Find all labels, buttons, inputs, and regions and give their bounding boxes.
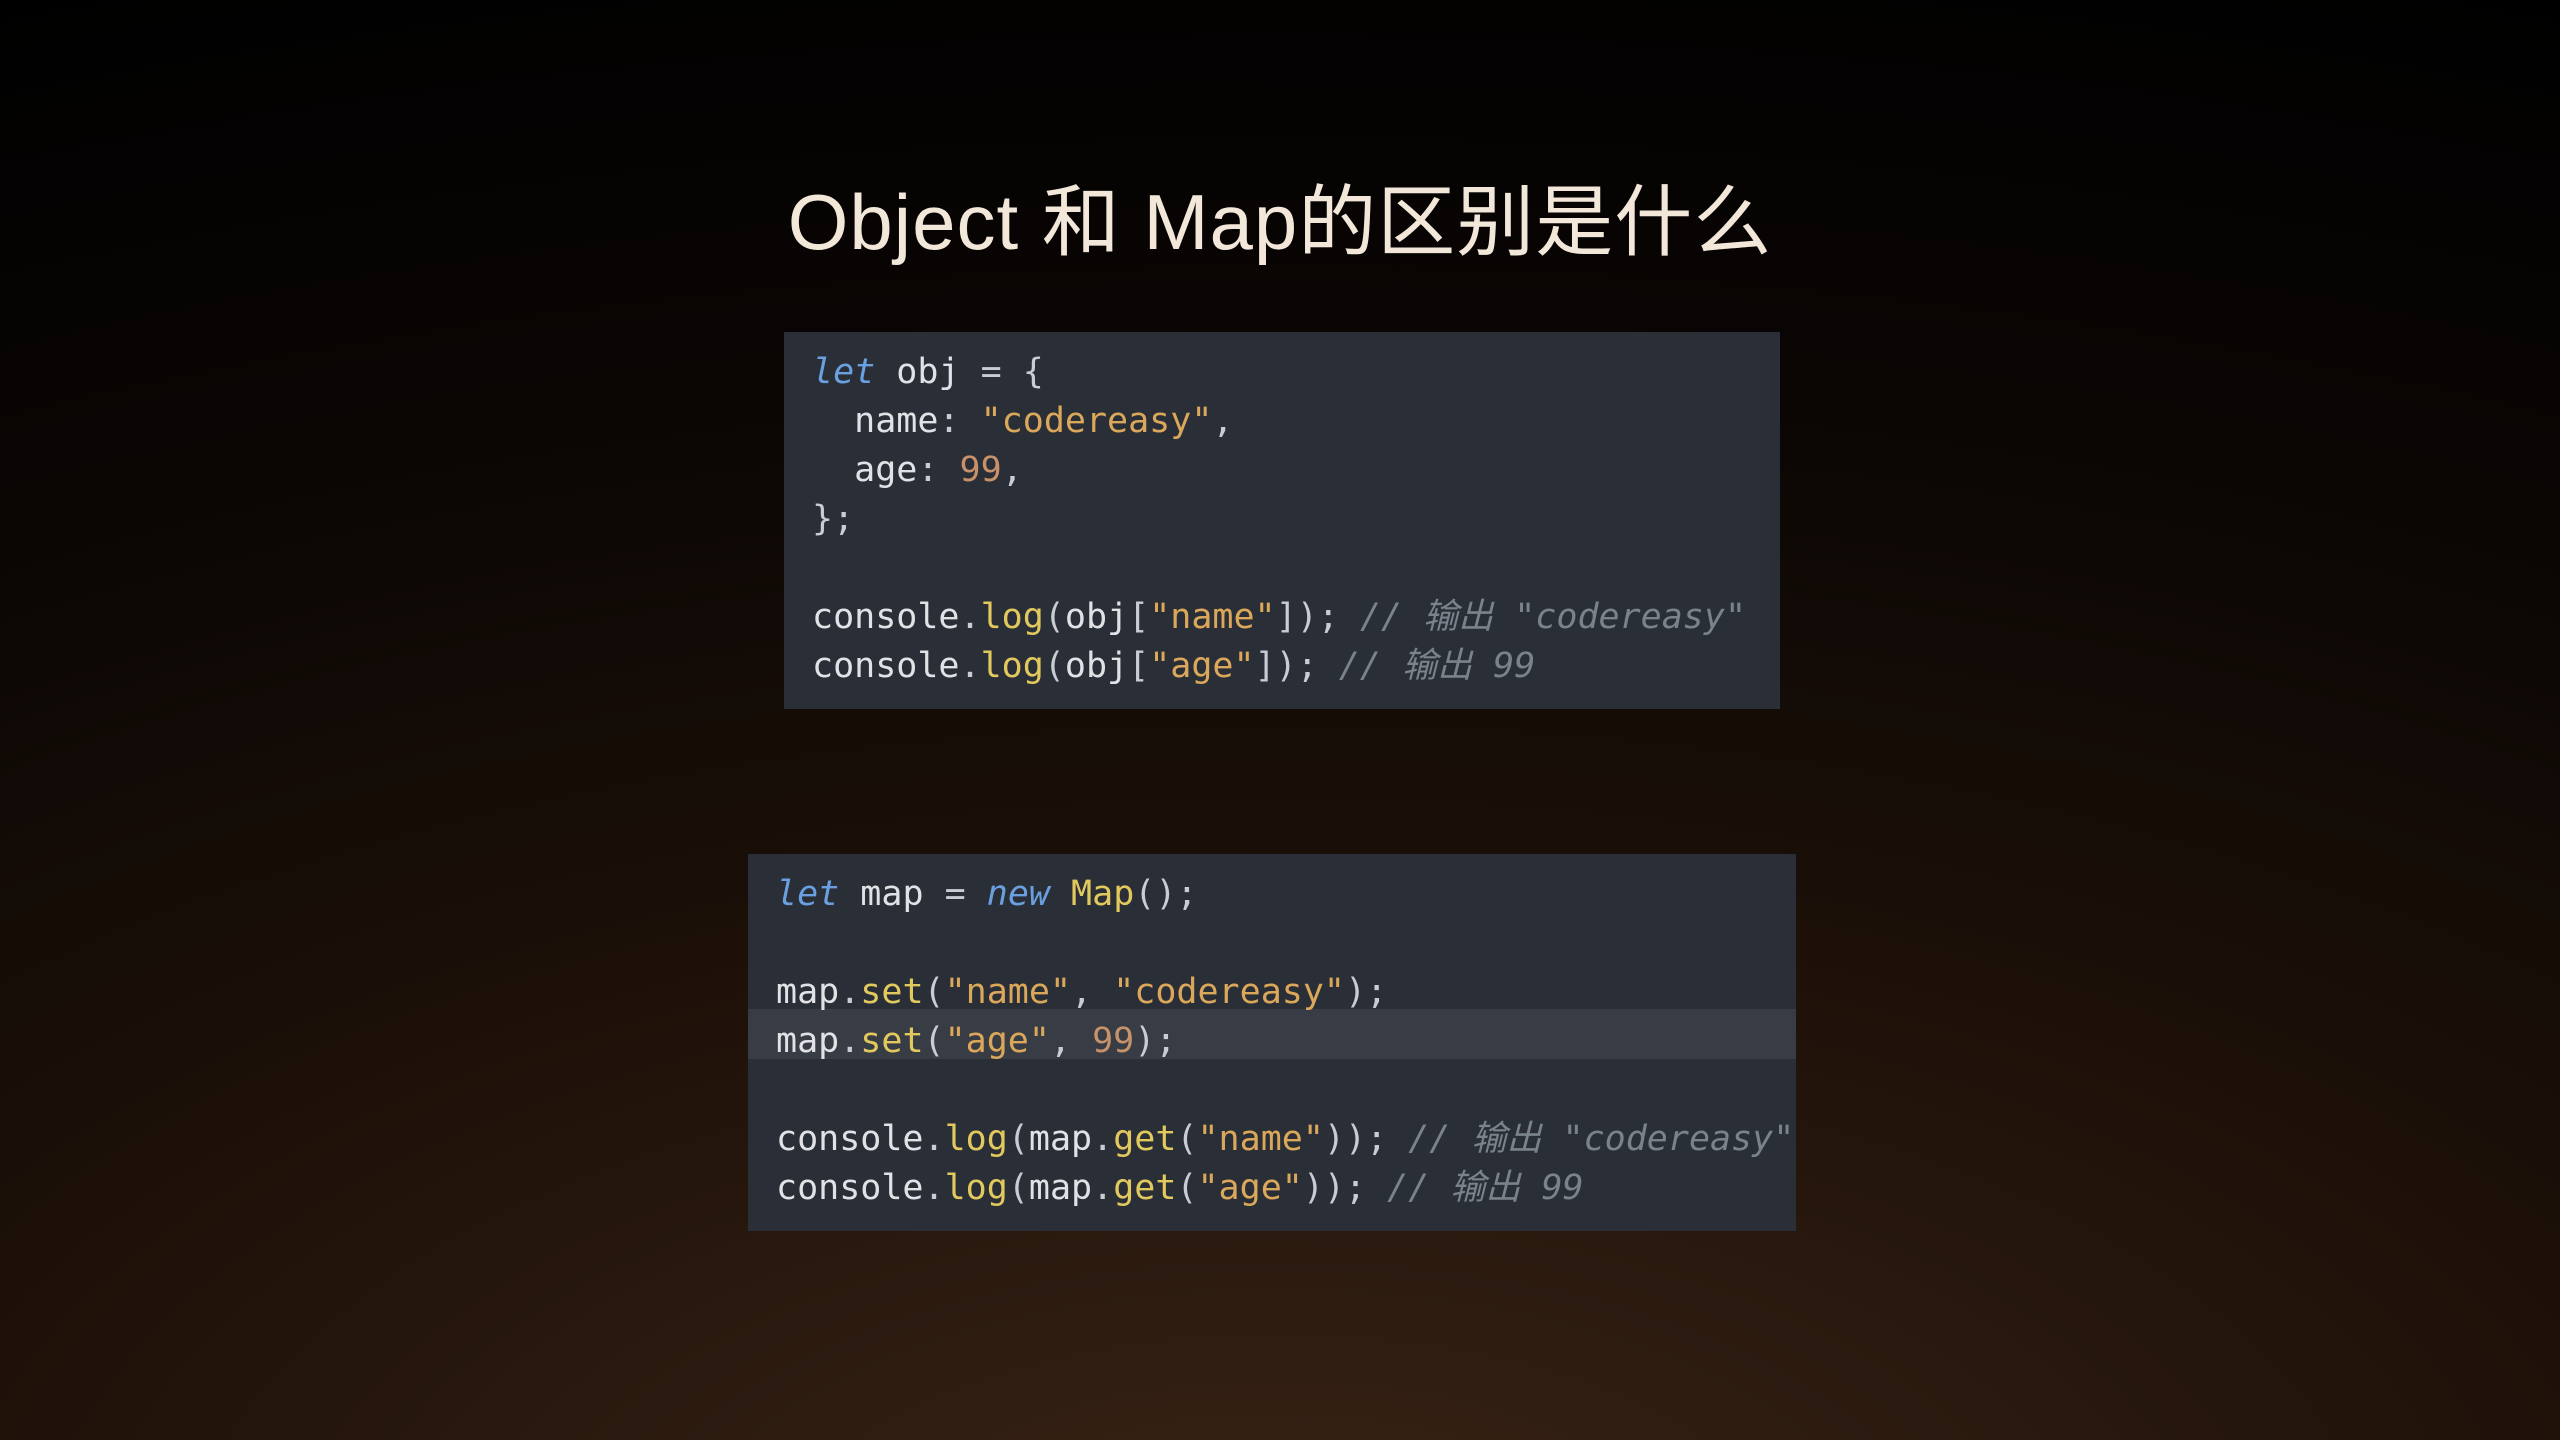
code-block-object: let obj = { name: "codereasy", age: 99, … [784, 332, 1780, 709]
slide: Object 和 Map的区别是什么 let obj = { name: "co… [0, 0, 2560, 1440]
code-content-map: let map = new Map(); map.set("name", "co… [776, 870, 1768, 1213]
code-content-object: let obj = { name: "codereasy", age: 99, … [812, 348, 1752, 691]
slide-title: Object 和 Map的区别是什么 [0, 160, 2560, 272]
code-block-map: let map = new Map(); map.set("name", "co… [748, 854, 1796, 1231]
